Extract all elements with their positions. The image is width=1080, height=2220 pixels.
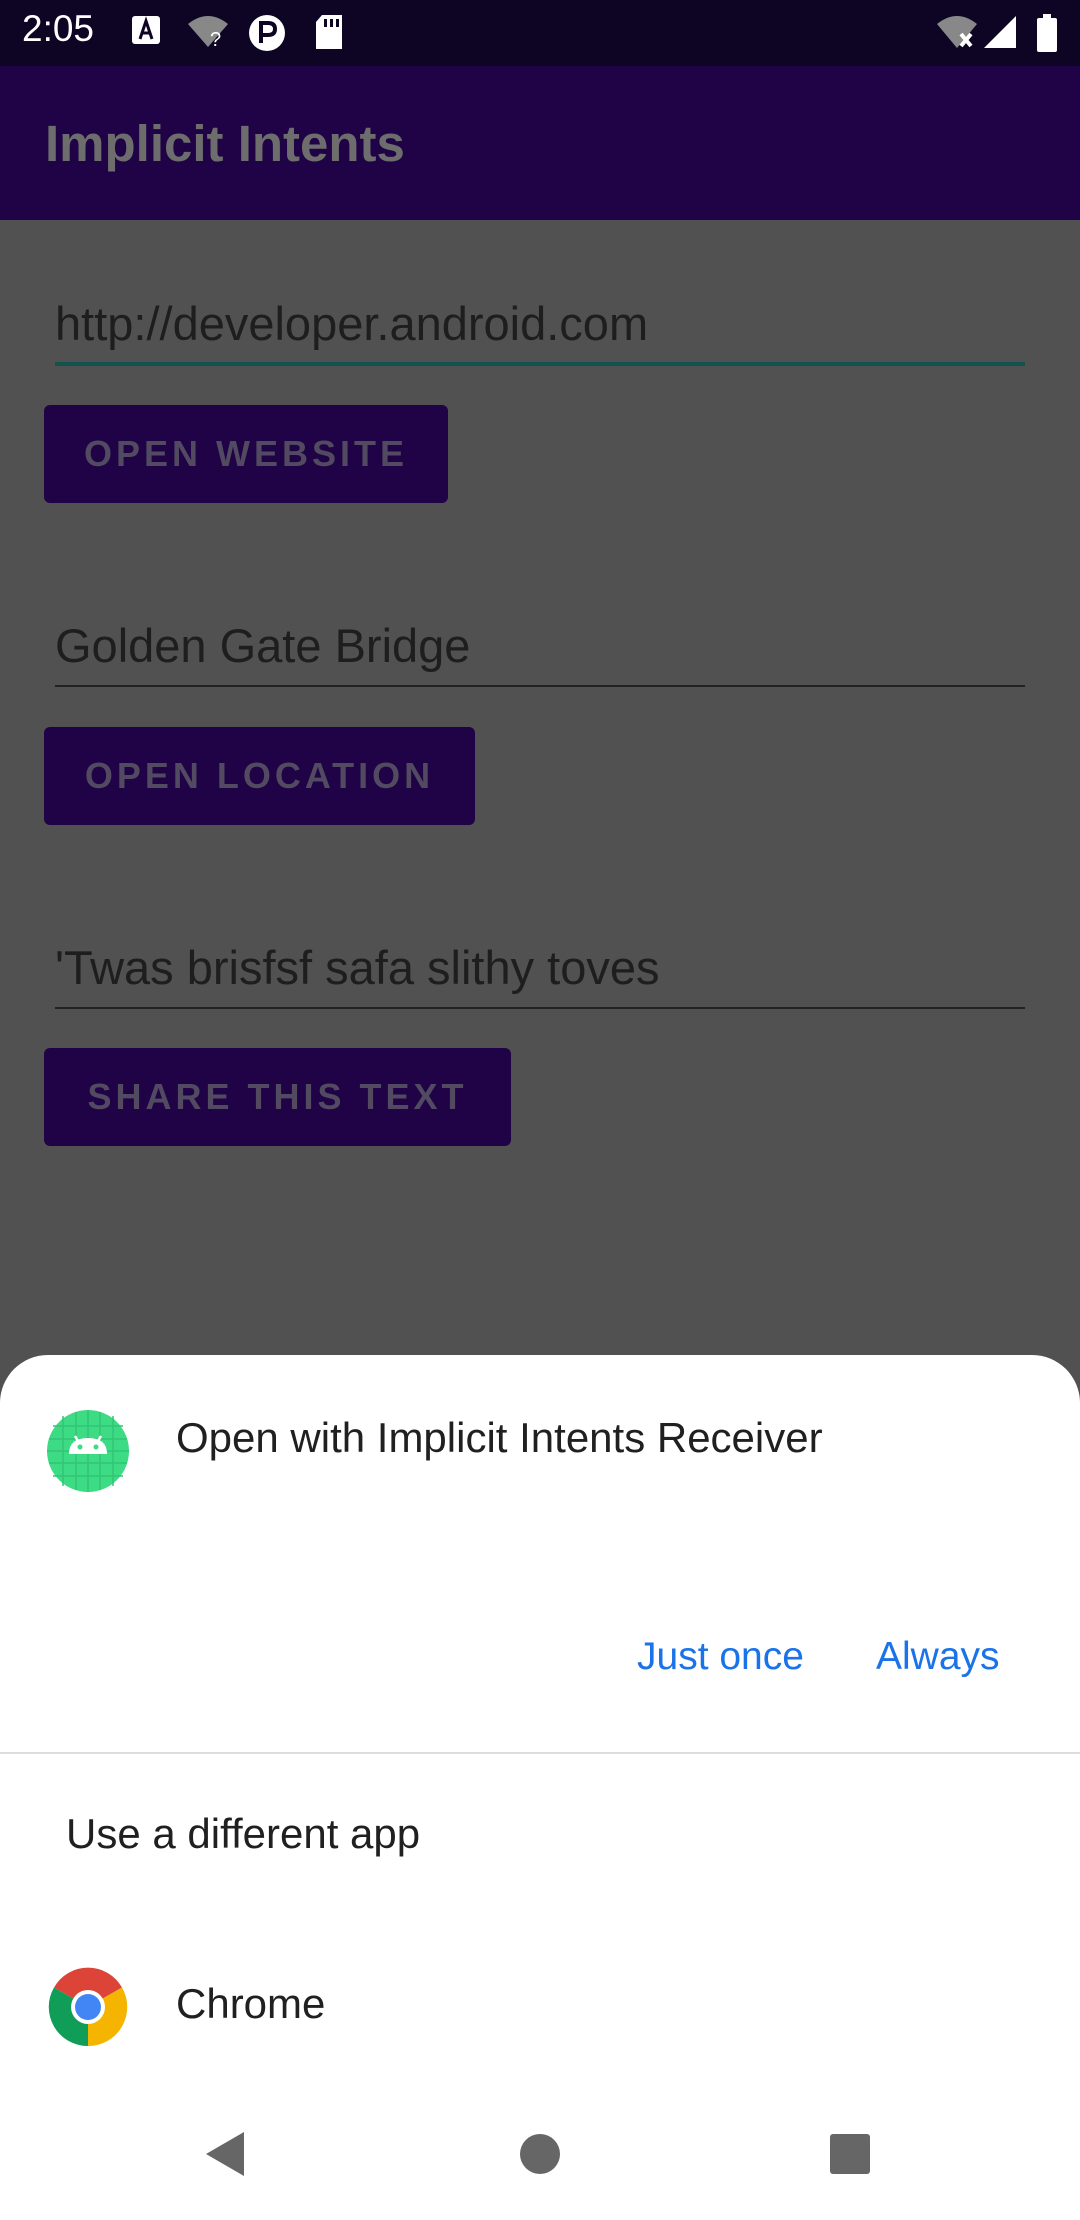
svg-text:?: ?	[210, 29, 221, 48]
status-time: 2:05	[22, 8, 95, 49]
location-field-underline	[55, 685, 1025, 687]
open-with-sheet: Open with Implicit Intents Receiver Just…	[0, 1355, 1080, 2220]
wifi-off-icon	[937, 16, 977, 48]
use-different-app-label: Use a different app	[66, 1810, 421, 1857]
p-app-icon	[249, 15, 285, 51]
navigation-bar	[0, 2100, 1080, 2220]
chrome-icon	[48, 1967, 128, 2047]
just-once-button[interactable]: Just once	[637, 1635, 804, 1679]
app-option-chrome[interactable]: Chrome	[0, 1940, 1080, 2080]
wifi-question-icon: ?	[188, 16, 228, 48]
back-icon[interactable]	[204, 2130, 246, 2178]
website-field-value[interactable]: http://developer.android.com	[55, 296, 648, 351]
home-icon[interactable]	[519, 2133, 561, 2175]
a-notification-icon	[132, 16, 160, 44]
share-field-value[interactable]: 'Twas brisfsf safa slithy toves	[55, 940, 660, 995]
cellular-signal-icon	[984, 16, 1016, 48]
share-text-button[interactable]: SHARE THIS TEXT	[44, 1048, 511, 1146]
app-option-label: Chrome	[176, 1980, 326, 2027]
location-field-value[interactable]: Golden Gate Bridge	[55, 618, 470, 673]
battery-icon	[1037, 14, 1057, 52]
website-field-underline	[55, 362, 1025, 366]
status-bar: 2:05 ?	[0, 0, 1080, 66]
sd-card-icon	[316, 15, 342, 49]
open-location-button[interactable]: OPEN LOCATION	[44, 727, 475, 825]
app-title: Implicit Intents	[45, 115, 405, 172]
app-bar: Implicit Intents	[0, 66, 1080, 220]
sheet-divider	[0, 1752, 1080, 1754]
sheet-title: Open with Implicit Intents Receiver	[176, 1414, 823, 1461]
android-app-icon	[47, 1410, 129, 1492]
open-website-button[interactable]: OPEN WEBSITE	[44, 405, 448, 503]
recents-icon[interactable]	[829, 2133, 871, 2175]
share-field-underline	[55, 1007, 1025, 1009]
always-button[interactable]: Always	[876, 1635, 1000, 1679]
